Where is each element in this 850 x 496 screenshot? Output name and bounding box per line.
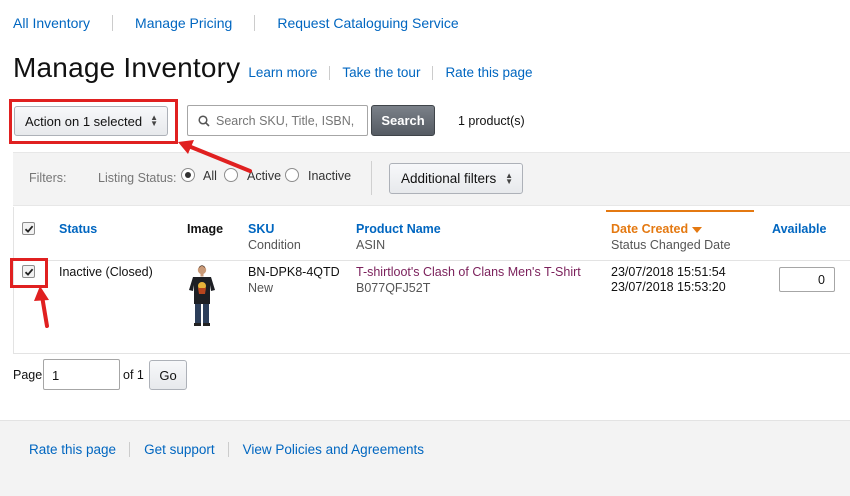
nav-divider [254,15,256,31]
status-changed-value: 23/07/2018 15:53:20 [611,280,726,294]
radio-active[interactable] [224,168,238,182]
footer-divider [129,442,131,457]
footer-policies-link[interactable]: View Policies and Agreements [243,442,424,457]
radio-inactive[interactable] [285,168,299,182]
select-all-checkbox[interactable] [22,222,35,235]
col-product-name[interactable]: Product Name ASIN [356,222,441,252]
search-box[interactable] [187,105,368,136]
asin-value: B077QFJ52T [356,281,431,295]
additional-filters-label: Additional filters [401,171,497,186]
footer-get-support-link[interactable]: Get support [144,442,215,457]
listing-status-label: Listing Status: [98,171,177,185]
col-product-label: Product Name [356,222,441,236]
col-sku-label: SKU [248,222,275,236]
product-count: 1 product(s) [458,114,525,128]
col-condition-label: Condition [248,238,301,252]
search-button[interactable]: Search [371,105,435,136]
filters-label: Filters: [29,171,67,185]
search-icon [198,114,210,127]
row-product: T-shirtloot's Clash of Clans Men's T-Shi… [356,265,581,295]
row-status: Inactive (Closed) [59,265,153,279]
updown-caret-icon: ▲ ▼ [505,171,513,186]
sort-desc-icon [692,226,703,233]
radio-inactive-label: Inactive [308,169,352,183]
row-sku: BN-DPK8-4QTD New [248,265,340,295]
take-tour-link[interactable]: Take the tour [342,65,420,80]
col-sku[interactable]: SKU Condition [248,222,301,252]
row-select-checkbox[interactable] [22,265,35,278]
page-total-label: of 1 [123,368,144,382]
updown-caret-icon: ▲ ▼ [150,113,158,128]
top-nav: All Inventory Manage Pricing Request Cat… [13,15,459,31]
page-label: Page [13,368,43,382]
sorted-column-indicator [606,210,754,212]
product-name-link[interactable]: T-shirtloot's Clash of Clans Men's T-Shi… [356,265,581,279]
available-quantity-input[interactable]: 0 [779,267,835,292]
additional-filters-dropdown[interactable]: Additional filters ▲ ▼ [389,163,523,194]
sku-value: BN-DPK8-4QTD [248,265,340,279]
footer-rate-page-link[interactable]: Rate this page [29,442,116,457]
title-link-divider [329,65,331,80]
page-title: Manage Inventory [13,52,241,83]
radio-all-label: All [203,169,217,183]
col-status-changed-label: Status Changed Date [611,238,731,252]
checkmark-icon [24,268,34,276]
nav-manage-pricing[interactable]: Manage Pricing [135,15,232,31]
footer-divider [227,442,229,457]
nav-request-cataloguing[interactable]: Request Cataloguing Service [277,15,458,31]
col-date-created[interactable]: Date Created Status Changed Date [611,222,731,252]
learn-more-link[interactable]: Learn more [248,65,317,80]
bulk-action-dropdown[interactable]: Action on 1 selected ▲ ▼ [14,106,168,136]
condition-value: New [248,281,274,295]
go-button[interactable]: Go [149,360,187,390]
filters-divider [371,161,372,195]
checkmark-icon [24,225,34,233]
radio-all[interactable] [181,168,195,182]
row-dates: 23/07/2018 15:51:54 23/07/2018 15:53:20 [611,265,726,294]
radio-active-label: Active [247,169,282,183]
footer [0,420,850,496]
bulk-action-label: Action on 1 selected [25,113,143,129]
tshirt-thumbnail[interactable] [186,264,218,326]
rate-page-link[interactable]: Rate this page [445,65,532,80]
col-asin-label: ASIN [356,238,386,252]
col-date-label: Date Created [611,222,689,236]
nav-divider [112,15,114,31]
nav-all-inventory[interactable]: All Inventory [13,15,90,31]
page-number-input[interactable]: 1 [43,359,120,390]
title-links: Learn more Take the tour Rate this page [248,65,532,80]
col-available[interactable]: Available [772,222,826,236]
col-image: Image [187,222,224,236]
title-row: Manage Inventory Learn more Take the tou… [13,52,533,84]
footer-links: Rate this page Get support View Policies… [29,442,424,457]
title-link-divider [432,65,434,80]
table-header-divider [13,260,850,261]
search-input[interactable] [216,113,366,128]
col-status[interactable]: Status [59,222,97,236]
date-created-value: 23/07/2018 15:51:54 [611,265,726,279]
